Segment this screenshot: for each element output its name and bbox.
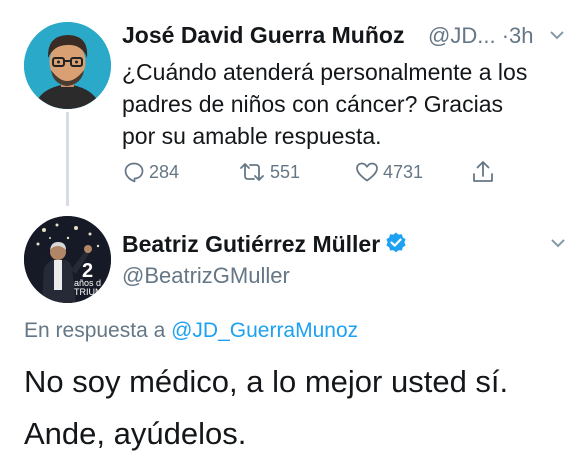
- reply-button[interactable]: 284: [123, 161, 179, 183]
- tweet1-handle-text: @JD...: [428, 23, 496, 48]
- tweet1-author-handle[interactable]: @JD... ·3h: [428, 23, 534, 49]
- tweet1-text: ¿Cuándo atenderá personalmente a los pad…: [122, 56, 572, 152]
- avatar-badge-line: TRIUN: [74, 287, 102, 297]
- tweet2-text-line: Ande, ayúdelos.: [24, 416, 247, 451]
- reply-prefix: En respuesta a: [24, 319, 172, 342]
- retweet-count: 551: [270, 161, 301, 182]
- tweet2-text-line: No soy médico, a lo mejor usted sí.: [24, 364, 509, 399]
- tweet1-text-line: padres de niños con cáncer? Gracias: [122, 91, 503, 117]
- tweet2-author-name-text: Beatriz Gutiérrez Müller: [122, 231, 381, 257]
- verified-badge-icon: [386, 232, 406, 253]
- thread-connector-line: [66, 112, 69, 206]
- like-icon: [356, 162, 378, 182]
- like-button[interactable]: 4731: [355, 161, 423, 183]
- tweet2-text: No soy médico, a lo mejor usted sí. Ande…: [24, 356, 584, 460]
- tweet1-text-line: ¿Cuándo atenderá personalmente a los: [122, 59, 528, 85]
- tweet1-text-line: por su amable respuesta.: [122, 123, 382, 149]
- chevron-down-icon[interactable]: [550, 237, 566, 249]
- reply-context: En respuesta a @JD_GuerraMunoz: [24, 319, 358, 343]
- reply-count: 284: [149, 161, 180, 182]
- reply-to-handle-link[interactable]: @JD_GuerraMunoz: [171, 319, 358, 342]
- retweet-icon: [240, 163, 264, 181]
- share-icon[interactable]: [471, 159, 495, 185]
- avatar[interactable]: 2 años d TRIUN: [24, 216, 111, 303]
- avatar[interactable]: [24, 22, 111, 109]
- avatar-image: [24, 22, 111, 109]
- reply-icon: [124, 162, 144, 183]
- like-count: 4731: [383, 161, 424, 182]
- avatar-badge-text: años d TRIUN: [74, 279, 102, 297]
- tweet1-author-name[interactable]: José David Guerra Muñoz: [122, 22, 404, 49]
- retweet-button[interactable]: 551: [238, 161, 300, 183]
- tweet1-separator: ·: [501, 23, 510, 48]
- tweet1-time[interactable]: 3h: [509, 23, 533, 48]
- tweet2-author-handle[interactable]: @BeatrizGMuller: [122, 263, 290, 289]
- tweet2-author-name[interactable]: Beatriz Gutiérrez Müller: [122, 231, 408, 258]
- chevron-down-icon[interactable]: [549, 29, 565, 41]
